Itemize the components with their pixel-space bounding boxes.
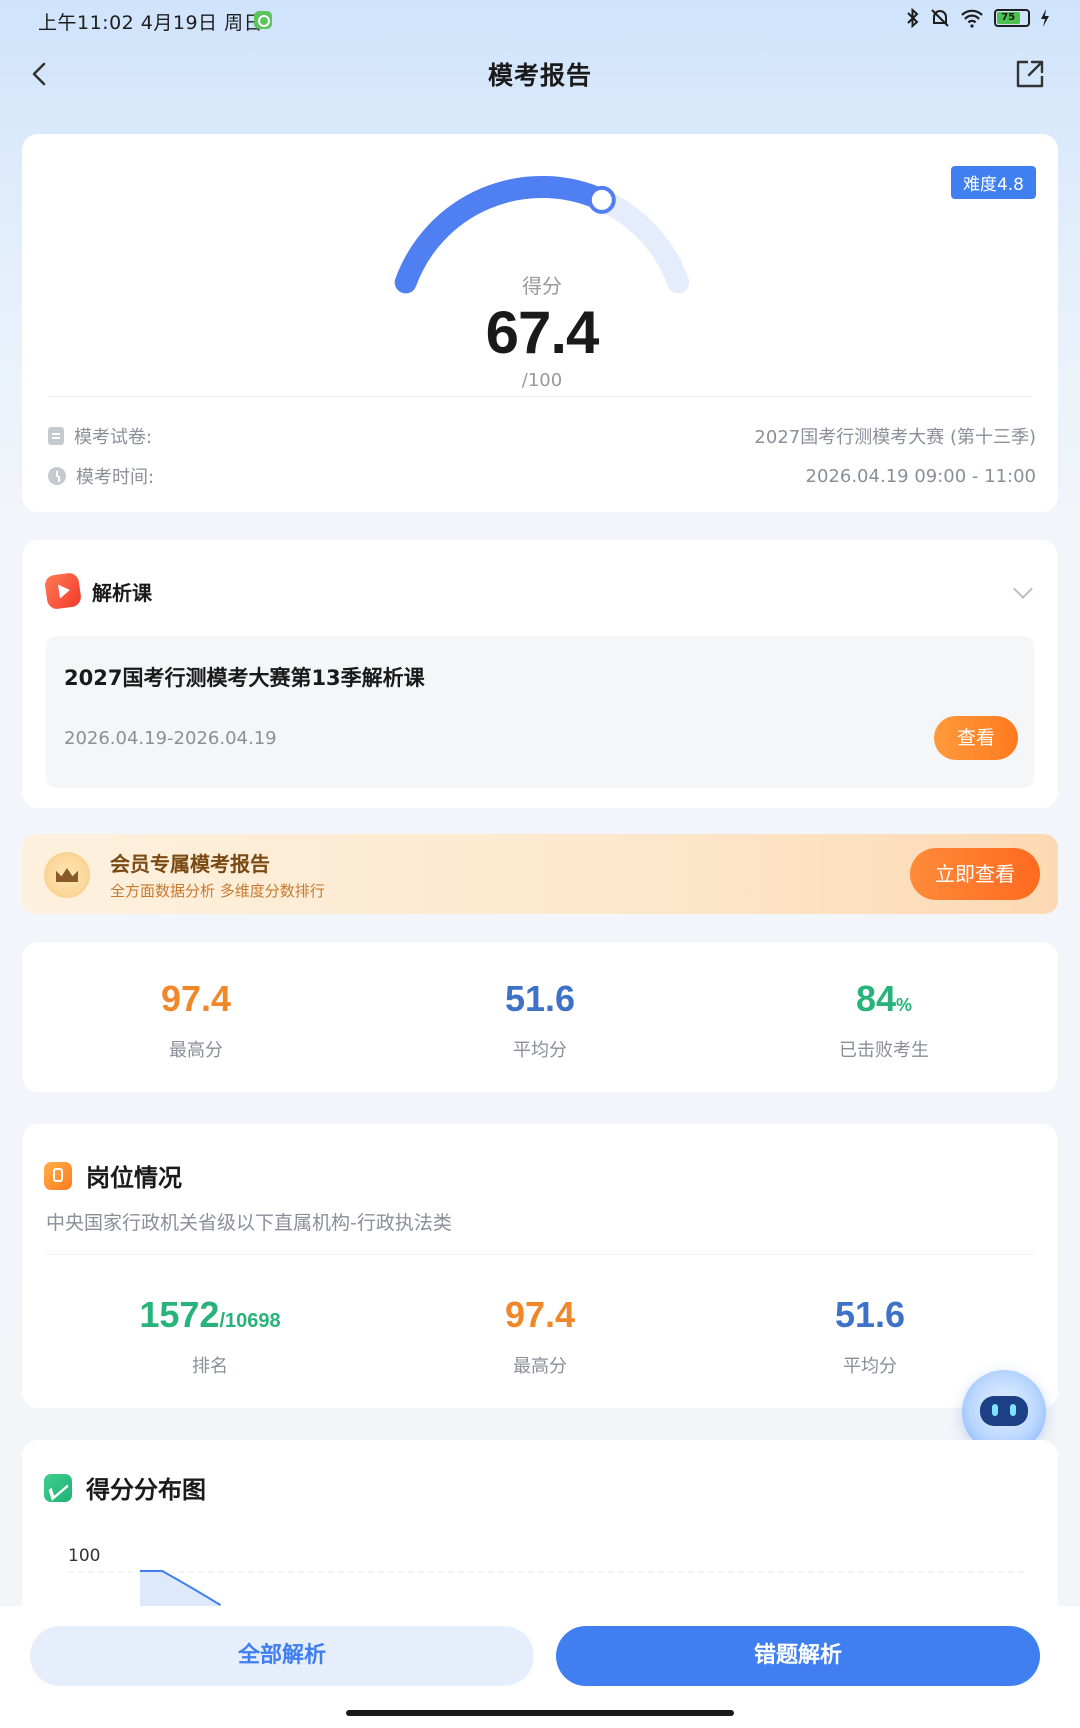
document-icon (48, 427, 64, 445)
course-section-header: 解析课 (43, 571, 152, 611)
position-rank-total: /10698 (219, 1310, 281, 1332)
nav-bar: 模考报告 (0, 44, 1080, 104)
bluetooth-icon (907, 8, 919, 28)
wifi-icon (961, 9, 983, 28)
stat-highest-value: 97.4 (160, 978, 232, 1019)
position-icon (44, 1161, 72, 1190)
gauge-knob (587, 185, 616, 214)
distribution-title: 得分分布图 (86, 1476, 206, 1504)
stat-beaten-value: 84% (774, 978, 994, 1020)
divider (48, 396, 1032, 397)
member-view-button[interactable]: 立即查看 (910, 848, 1040, 900)
bottom-action-bar: 全部解析 错题解析 (0, 1606, 1080, 1728)
position-header: 岗位情况 (44, 1158, 182, 1193)
analysis-course-card: 解析课 2027国考行测模考大赛第13季解析课 2026.04.19-2026.… (22, 540, 1058, 808)
crown-icon (44, 852, 90, 898)
member-report-banner[interactable]: 会员专属模考报告 全方面数据分析 多维度分数排行 立即查看 (22, 834, 1058, 914)
stat-average: 51.6 平均分 (430, 978, 650, 1062)
member-title: 会员专属模考报告 (110, 852, 270, 876)
score-gauge: 得分 67.4 /100 (342, 162, 742, 412)
score-card: 难度4.8 得分 67.4 /100 模考试卷: 2027国考行测模考大赛 (第… (22, 134, 1058, 512)
app-notification-icon (254, 11, 272, 29)
stat-beaten-number: 84 (855, 978, 897, 1019)
course-item[interactable]: 2027国考行测模考大赛第13季解析课 2026.04.19-2026.04.1… (46, 636, 1034, 788)
battery-icon: 75 (994, 9, 1030, 27)
exam-time-value: 2026.04.19 09:00 - 11:00 (805, 465, 1036, 487)
exam-paper-value: 2027国考行测模考大赛 (第十三季) (754, 427, 1036, 448)
course-view-button[interactable]: 查看 (934, 716, 1018, 760)
stat-beaten-unit: % (896, 995, 913, 1015)
course-dates: 2026.04.19-2026.04.19 (64, 728, 277, 749)
battery-level: 75 (997, 12, 1020, 24)
score-label: 得分 (522, 274, 562, 298)
status-bar: 上午11:02 4月19日 周日 75 (0, 0, 1080, 44)
position-highest-value: 97.4 (504, 1294, 576, 1335)
divider (46, 1254, 1034, 1255)
position-average-value: 51.6 (834, 1294, 906, 1335)
status-icons: 75 (906, 8, 1050, 28)
play-icon (43, 571, 83, 611)
wrong-analysis-button[interactable]: 错题解析 (556, 1626, 1040, 1686)
position-rank-number: 1572 (139, 1294, 220, 1335)
difficulty-badge: 难度4.8 (950, 166, 1036, 199)
stat-beaten-label: 已击败考生 (839, 1040, 929, 1061)
position-highest: 97.4 最高分 (410, 1294, 670, 1378)
chart-icon (44, 1473, 72, 1502)
stat-average-value: 51.6 (504, 978, 576, 1019)
all-analysis-button[interactable]: 全部解析 (30, 1626, 534, 1686)
stat-highest-label: 最高分 (169, 1040, 223, 1061)
exam-paper-row: 模考试卷: 2027国考行测模考大赛 (第十三季) (48, 421, 1036, 451)
position-average: 51.6 平均分 (740, 1294, 1000, 1378)
mute-icon (931, 9, 949, 27)
chevron-down-icon[interactable] (1013, 579, 1033, 599)
stat-highest: 97.4 最高分 (86, 978, 306, 1062)
distribution-header: 得分分布图 (44, 1470, 206, 1505)
score-total: /100 (521, 370, 563, 391)
exam-time-row: 模考时间: 2026.04.19 09:00 - 11:00 (48, 461, 1036, 491)
position-rank-value: 1572/10698 (80, 1294, 340, 1336)
position-card: 岗位情况 中央国家行政机关省级以下直属机构-行政执法类 1572/10698 排… (22, 1124, 1058, 1408)
exam-time-label: 模考时间: (76, 467, 155, 488)
share-icon (1016, 60, 1044, 88)
exam-paper-label: 模考试卷: (74, 427, 153, 448)
share-button[interactable] (1010, 54, 1050, 94)
position-rank: 1572/10698 排名 (80, 1294, 340, 1378)
status-time-date: 上午11:02 4月19日 周日 (38, 12, 264, 34)
position-subtitle: 中央国家行政机关省级以下直属机构-行政执法类 (46, 1212, 452, 1234)
member-subtitle: 全方面数据分析 多维度分数排行 (110, 882, 325, 900)
position-highest-label: 最高分 (513, 1356, 567, 1377)
position-average-label: 平均分 (843, 1356, 897, 1377)
position-rank-label: 排名 (192, 1356, 228, 1377)
clock-icon (48, 467, 66, 485)
home-indicator[interactable] (346, 1710, 734, 1716)
position-title: 岗位情况 (86, 1164, 182, 1192)
score-value: 67.4 (485, 299, 600, 366)
overall-stats-card: 97.4 最高分 51.6 平均分 84% 已击败考生 (22, 942, 1058, 1092)
stat-average-label: 平均分 (513, 1040, 567, 1061)
course-section-title: 解析课 (92, 580, 152, 605)
course-title: 2027国考行测模考大赛第13季解析课 (64, 666, 425, 690)
charging-icon (1041, 9, 1049, 27)
page-title: 模考报告 (487, 61, 592, 90)
stat-beaten: 84% 已击败考生 (774, 978, 994, 1062)
